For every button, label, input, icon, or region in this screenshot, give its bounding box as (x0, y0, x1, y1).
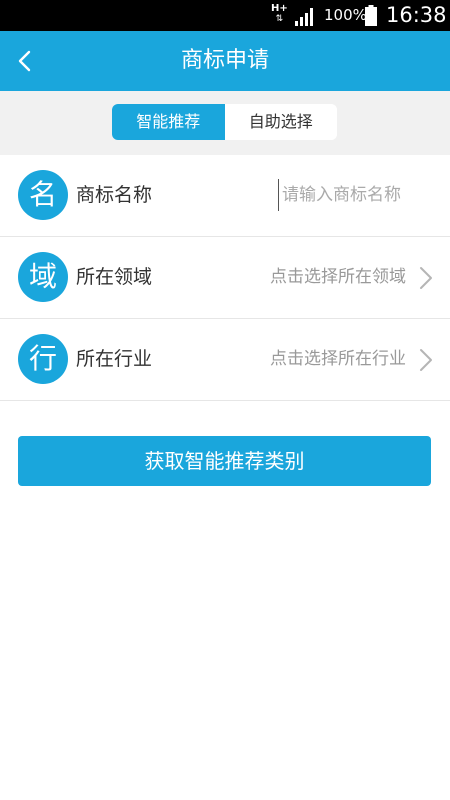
app-header: 商标申请 (0, 31, 450, 91)
chevron-right-icon (420, 349, 432, 371)
industry-badge-icon: 行 (18, 334, 68, 384)
tab-self-select[interactable]: 自助选择 (224, 104, 337, 140)
battery-icon (365, 5, 377, 26)
signal-icon (295, 8, 313, 26)
battery-percent: 100% (324, 6, 367, 24)
network-indicator: H+ ⇅ (271, 3, 288, 25)
industry-label: 所在行业 (76, 348, 153, 370)
form-row-field[interactable]: 域 所在领域 点击选择所在领域 (0, 237, 450, 319)
chevron-right-icon (420, 267, 432, 289)
get-smart-recommendation-button[interactable]: 获取智能推荐类别 (18, 436, 431, 486)
form-row-trademark-name: 名 商标名称 (0, 155, 450, 237)
tab-smart-recommend[interactable]: 智能推荐 (112, 104, 225, 140)
tab-area: 智能推荐 自助选择 (0, 91, 450, 155)
name-badge-icon: 名 (18, 170, 68, 220)
network-type: H+ (271, 3, 288, 14)
status-bar: H+ ⇅ 100% 16:38 (0, 0, 450, 31)
network-arrows-icon: ⇅ (275, 14, 284, 24)
field-label: 所在领域 (76, 266, 153, 288)
trademark-name-input[interactable] (278, 179, 432, 211)
industry-select-hint[interactable]: 点击选择所在行业 (270, 319, 406, 400)
page-title: 商标申请 (180, 48, 269, 73)
trademark-name-label: 商标名称 (76, 184, 153, 206)
field-select-hint[interactable]: 点击选择所在领域 (270, 237, 406, 318)
status-clock: 16:38 (386, 3, 447, 27)
segmented-control: 智能推荐 自助选择 (112, 104, 337, 140)
form-list: 名 商标名称 域 所在领域 点击选择所在领域 行 所在行业 点击选择所在行业 (0, 155, 450, 401)
field-badge-icon: 域 (18, 252, 68, 302)
form-row-industry[interactable]: 行 所在行业 点击选择所在行业 (0, 319, 450, 401)
